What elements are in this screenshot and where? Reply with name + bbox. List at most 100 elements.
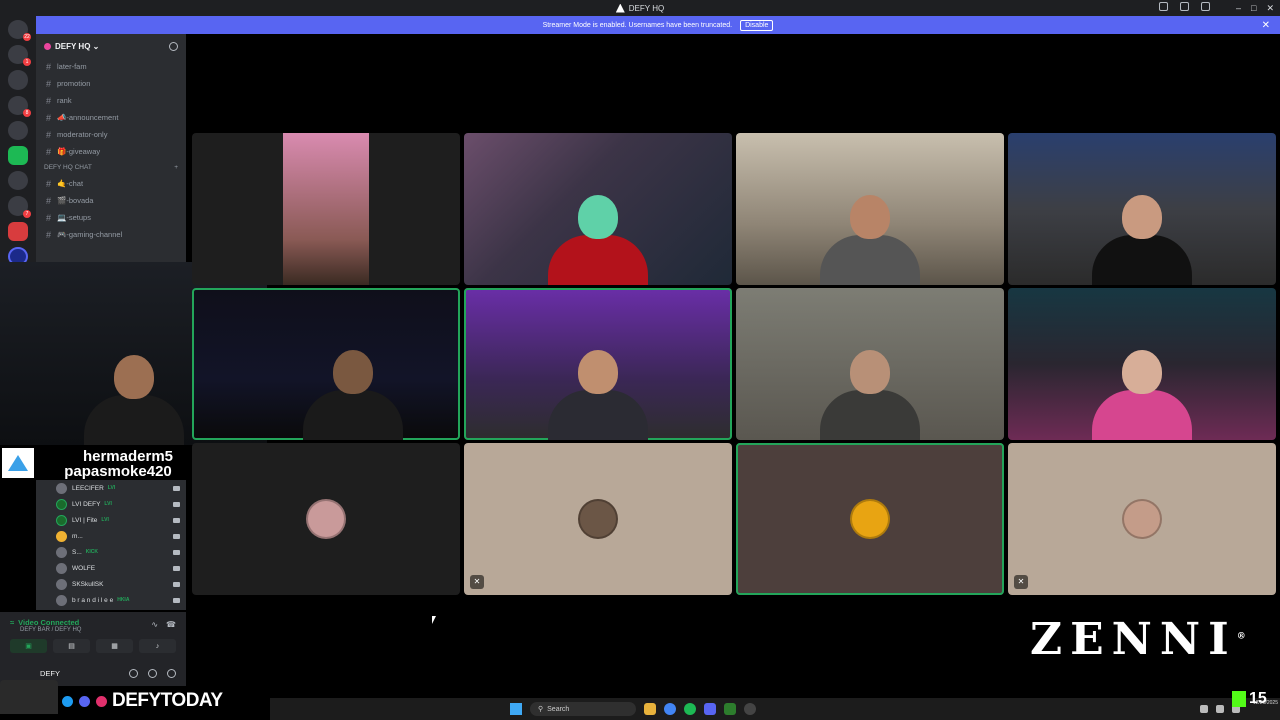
activities-button[interactable]: ▦ [96, 639, 133, 653]
username[interactable]: DEFY [40, 669, 60, 678]
streamer-avatar [0, 680, 58, 714]
add-channel-icon[interactable]: + [174, 164, 178, 171]
overlay-name-2: papasmoke420 [64, 463, 172, 480]
screen-share-button[interactable]: ▤ [53, 639, 90, 653]
video-camera-icon [173, 549, 180, 555]
voice-user[interactable]: b r a n d i l e e HKIA [56, 592, 186, 608]
category-header[interactable]: DEFY HQ CHAT + [36, 160, 186, 175]
avatar [56, 498, 67, 510]
channel-label: promotion [57, 79, 91, 88]
discord-app-icon[interactable] [704, 703, 716, 715]
participant-figure [1087, 185, 1197, 285]
viewer-count: 15 [1249, 690, 1267, 707]
video-tile[interactable] [192, 288, 460, 440]
noise-suppression-icon[interactable]: ∿ [151, 620, 158, 629]
video-tile[interactable]: ✕ [464, 443, 732, 595]
server-icon[interactable] [8, 171, 28, 191]
server-icon[interactable]: 8 [8, 95, 31, 117]
close-button[interactable]: ✕ [1266, 3, 1274, 14]
taskbar-search[interactable]: ⚲ Search [530, 702, 636, 716]
microphone-icon[interactable] [129, 668, 138, 678]
channel-label: 🎁-giveaway [57, 147, 101, 156]
minimize-button[interactable]: – [1236, 3, 1241, 13]
category-label: DEFY HQ CHAT [44, 164, 92, 171]
voice-user[interactable]: SKSkullSK [56, 576, 186, 592]
video-tile[interactable] [464, 133, 732, 285]
channel-label: 🤙-chat [57, 179, 84, 188]
invite-people-icon[interactable] [169, 42, 178, 51]
channel-item[interactable]: # 💻-setups [36, 209, 186, 226]
tray-chevron-icon[interactable] [1200, 705, 1208, 713]
chrome-icon[interactable] [664, 703, 676, 715]
headphones-icon[interactable] [148, 668, 157, 678]
voice-user-name: m... [72, 532, 83, 540]
user-tag: LVI [101, 517, 109, 523]
voice-user-name: LVI DEFY [72, 500, 101, 508]
channel-item[interactable]: # later-fam [36, 58, 186, 75]
server-header[interactable]: DEFY HQ ⌄ [36, 34, 186, 58]
server-icon[interactable] [8, 70, 28, 90]
channel-item[interactable]: # 📣-announcement [36, 109, 186, 126]
video-tile[interactable] [736, 133, 1004, 285]
xbox-icon[interactable] [724, 703, 736, 715]
channel-item[interactable]: # rank [36, 92, 186, 109]
video-tile[interactable] [192, 133, 460, 285]
settings-gear-icon[interactable] [167, 668, 176, 678]
hashtag-icon: # [46, 146, 52, 157]
server-list: 22 1 8 7 [0, 16, 36, 267]
voice-user[interactable]: m... [56, 528, 186, 544]
hashtag-icon: # [46, 78, 52, 89]
soundboard-button[interactable]: ♪ [139, 639, 176, 653]
banner-text: Streamer Mode is enabled. Usernames have… [542, 21, 733, 29]
video-tile[interactable] [464, 288, 732, 440]
hashtag-icon: # [46, 229, 52, 240]
channel-item[interactable]: # moderator-only [36, 126, 186, 143]
server-icon[interactable]: 22 [8, 20, 31, 42]
disable-streamer-mode-button[interactable]: Disable [740, 19, 774, 31]
windows-start-icon[interactable] [510, 703, 522, 715]
video-tile[interactable] [192, 443, 460, 595]
spotify-icon[interactable] [684, 703, 696, 715]
video-tile[interactable]: ✕ [1008, 443, 1276, 595]
participant-avatar [306, 499, 346, 539]
maximize-button[interactable]: □ [1251, 3, 1256, 13]
avatar [56, 546, 67, 558]
windows-taskbar: ⚲ Search 12/20/2025 [270, 698, 1280, 720]
avatar [56, 562, 67, 574]
channel-item[interactable]: # 🎮-gaming-channel [36, 226, 186, 243]
channel-item[interactable]: # 🎁-giveaway [36, 143, 186, 160]
discord-icon [77, 693, 92, 709]
pin-icon[interactable] [1159, 2, 1168, 11]
help-icon[interactable] [1201, 2, 1210, 11]
network-icon[interactable] [1216, 705, 1224, 713]
server-icon[interactable] [8, 120, 28, 140]
server-icon[interactable]: 1 [8, 45, 31, 67]
muted-mic-icon: ✕ [470, 575, 484, 589]
obs-icon[interactable] [744, 703, 756, 715]
channel-item[interactable]: # promotion [36, 75, 186, 92]
unread-badge: 22 [23, 33, 31, 42]
video-tile[interactable] [1008, 288, 1276, 440]
window-titlebar: DEFY HQ – □ ✕ [0, 0, 1280, 16]
inbox-icon[interactable] [1180, 2, 1189, 11]
server-icon[interactable] [8, 221, 28, 241]
voice-user[interactable]: WOLFE [56, 560, 186, 576]
server-icon[interactable]: 7 [8, 196, 31, 218]
channel-item[interactable]: # 🎬-bovada [36, 192, 186, 209]
video-tile[interactable] [736, 288, 1004, 440]
voice-user[interactable]: LEECIFER LVI [56, 480, 186, 496]
voice-user[interactable]: S... KICK [56, 544, 186, 560]
voice-user[interactable]: LVI DEFY LVI [56, 496, 186, 512]
voice-user-name: b r a n d i l e e [72, 596, 114, 604]
server-icon[interactable] [8, 145, 28, 166]
camera-button[interactable]: ▣ [10, 639, 47, 653]
disconnect-icon[interactable]: ☎ [166, 620, 176, 629]
channel-item[interactable]: # 🤙-chat [36, 175, 186, 192]
voice-user[interactable]: LVI | Fite LVI [56, 512, 186, 528]
server-name: DEFY HQ [55, 41, 91, 51]
video-tile[interactable] [1008, 133, 1276, 285]
video-tile[interactable] [736, 443, 1004, 595]
close-banner-icon[interactable]: ✕ [1262, 20, 1270, 31]
file-explorer-icon[interactable] [644, 703, 656, 715]
hashtag-icon: # [46, 178, 52, 189]
